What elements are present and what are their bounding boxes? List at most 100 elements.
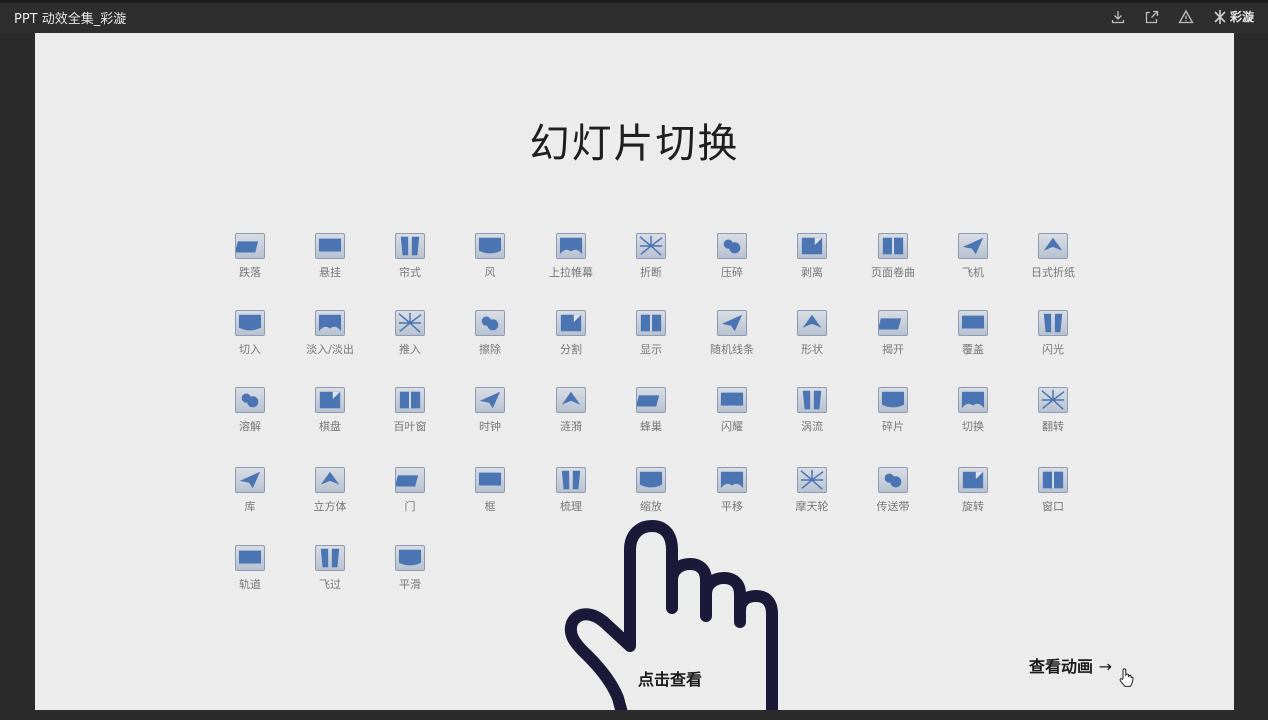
transition-preview-icon [797,387,827,413]
transition-preview-icon [878,233,908,259]
transition-tile[interactable]: 涡流 [772,387,852,447]
transition-preview-icon [315,467,345,493]
transition-preview-icon [556,310,586,336]
transition-tile[interactable]: 传送带 [853,467,933,527]
transition-tile[interactable]: 页面卷曲 [853,233,933,293]
transition-tile[interactable]: 门 [370,467,450,527]
transition-tile[interactable]: 飞机 [933,233,1013,293]
brand-label: 彩漩 [1229,10,1254,24]
transition-preview-icon [717,467,747,493]
transition-tile[interactable]: 闪耀 [692,387,772,447]
transition-label: 平滑 [399,578,421,591]
transition-tile[interactable]: 上拉帷幕 [531,233,611,293]
transition-tile[interactable]: 形状 [772,310,852,370]
transition-label: 日式折纸 [1031,266,1075,279]
transition-tile[interactable]: 时钟 [450,387,530,447]
transition-tile[interactable]: 立方体 [290,467,370,527]
transition-tile[interactable]: 随机线条 [692,310,772,370]
transition-preview-icon [878,467,908,493]
transition-preview-icon [1038,310,1068,336]
right-gutter [1234,33,1268,710]
transition-preview-icon [395,387,425,413]
transition-preview-icon [717,310,747,336]
transition-tile[interactable]: 涟漪 [531,387,611,447]
transition-tile[interactable]: 折断 [611,233,691,293]
transition-preview-icon [475,233,505,259]
transition-tile[interactable]: 推入 [370,310,450,370]
transition-tile[interactable]: 碎片 [853,387,933,447]
transition-preview-icon [1038,233,1068,259]
transition-tile[interactable]: 淡入/淡出 [290,310,370,370]
transition-tile[interactable]: 闪光 [1013,310,1093,370]
transition-tile[interactable]: 切入 [210,310,290,370]
transition-tile[interactable]: 切换 [933,387,1013,447]
transition-tile[interactable]: 显示 [611,310,691,370]
transition-tile[interactable]: 溶解 [210,387,290,447]
transition-preview-icon [1038,387,1068,413]
transition-tile[interactable]: 窗口 [1013,467,1093,527]
transition-preview-icon [235,387,265,413]
transition-preview-icon [315,310,345,336]
transition-preview-icon [315,387,345,413]
transition-preview-icon [878,310,908,336]
transition-tile[interactable]: 日式折纸 [1013,233,1093,293]
transition-tile[interactable]: 分割 [531,310,611,370]
transition-preview-icon [636,233,666,259]
transition-tile[interactable]: 蜂巢 [611,387,691,447]
transition-tile[interactable]: 擦除 [450,310,530,370]
transition-preview-icon [797,310,827,336]
view-animation-link[interactable]: 查看动画 → [1029,653,1112,677]
transition-preview-icon [797,233,827,259]
transition-tile[interactable]: 框 [450,467,530,527]
transition-tile[interactable]: 翻转 [1013,387,1093,447]
transition-tile[interactable]: 剥离 [772,233,852,293]
transition-preview-icon [475,467,505,493]
transition-label: 窗口 [1042,500,1064,513]
transition-tile[interactable]: 飞过 [290,545,370,605]
transition-tile[interactable]: 压碎 [692,233,772,293]
transition-tile[interactable]: 揭开 [853,310,933,370]
transition-tile[interactable]: 轨道 [210,545,290,605]
transition-tile[interactable]: 棋盘 [290,387,370,447]
transition-preview-icon [395,310,425,336]
view-animation-label: 查看动画 [1029,657,1094,676]
window-title: PPT 动效全集_彩漩 [14,12,127,27]
transition-tile[interactable]: 旋转 [933,467,1013,527]
transition-preview-icon [797,467,827,493]
transition-tile[interactable]: 覆盖 [933,310,1013,370]
transition-preview-icon [717,233,747,259]
open-external-icon[interactable] [1144,9,1160,25]
brand-logo[interactable]: 彩漩 [1212,8,1254,25]
right-arrow-icon: → [1098,657,1112,676]
transition-tile[interactable]: 悬挂 [290,233,370,293]
transition-tile[interactable]: 百叶窗 [370,387,450,447]
transition-preview-icon [235,233,265,259]
transition-preview-icon [395,233,425,259]
download-icon[interactable] [1110,9,1126,25]
transition-preview-icon [235,545,265,571]
transition-preview-icon [878,387,908,413]
transition-preview-icon [395,545,425,571]
left-gutter [0,33,35,710]
transition-preview-icon [395,467,425,493]
transition-preview-icon [475,310,505,336]
transition-tile[interactable]: 平滑 [370,545,450,605]
transition-label: 闪光 [1042,343,1064,356]
press-to-view-hint: 点击查看 [638,670,703,689]
transition-preview-icon [958,387,988,413]
warning-icon[interactable] [1178,9,1194,25]
transition-tile[interactable]: 跌落 [210,233,290,293]
transition-tile[interactable]: 帘式 [370,233,450,293]
slide-canvas: 幻灯片切换 跌落 悬挂 帘式风上拉帷幕 折断 压碎 剥离 页面卷曲 飞机 日式折纸 切入 淡入/淡出… [35,33,1234,710]
transition-preview-icon [235,467,265,493]
titlebar-actions: 彩漩 [1110,8,1254,25]
transition-preview-icon [235,310,265,336]
transition-preview-icon [958,310,988,336]
transition-tile[interactable]: 风 [450,233,530,293]
transition-preview-icon [556,467,586,493]
transition-preview-icon [636,310,666,336]
transition-tile[interactable]: 库 [210,467,290,527]
transition-preview-icon [315,233,345,259]
hand-cursor-icon [1119,668,1134,687]
transition-preview-icon [717,387,747,413]
